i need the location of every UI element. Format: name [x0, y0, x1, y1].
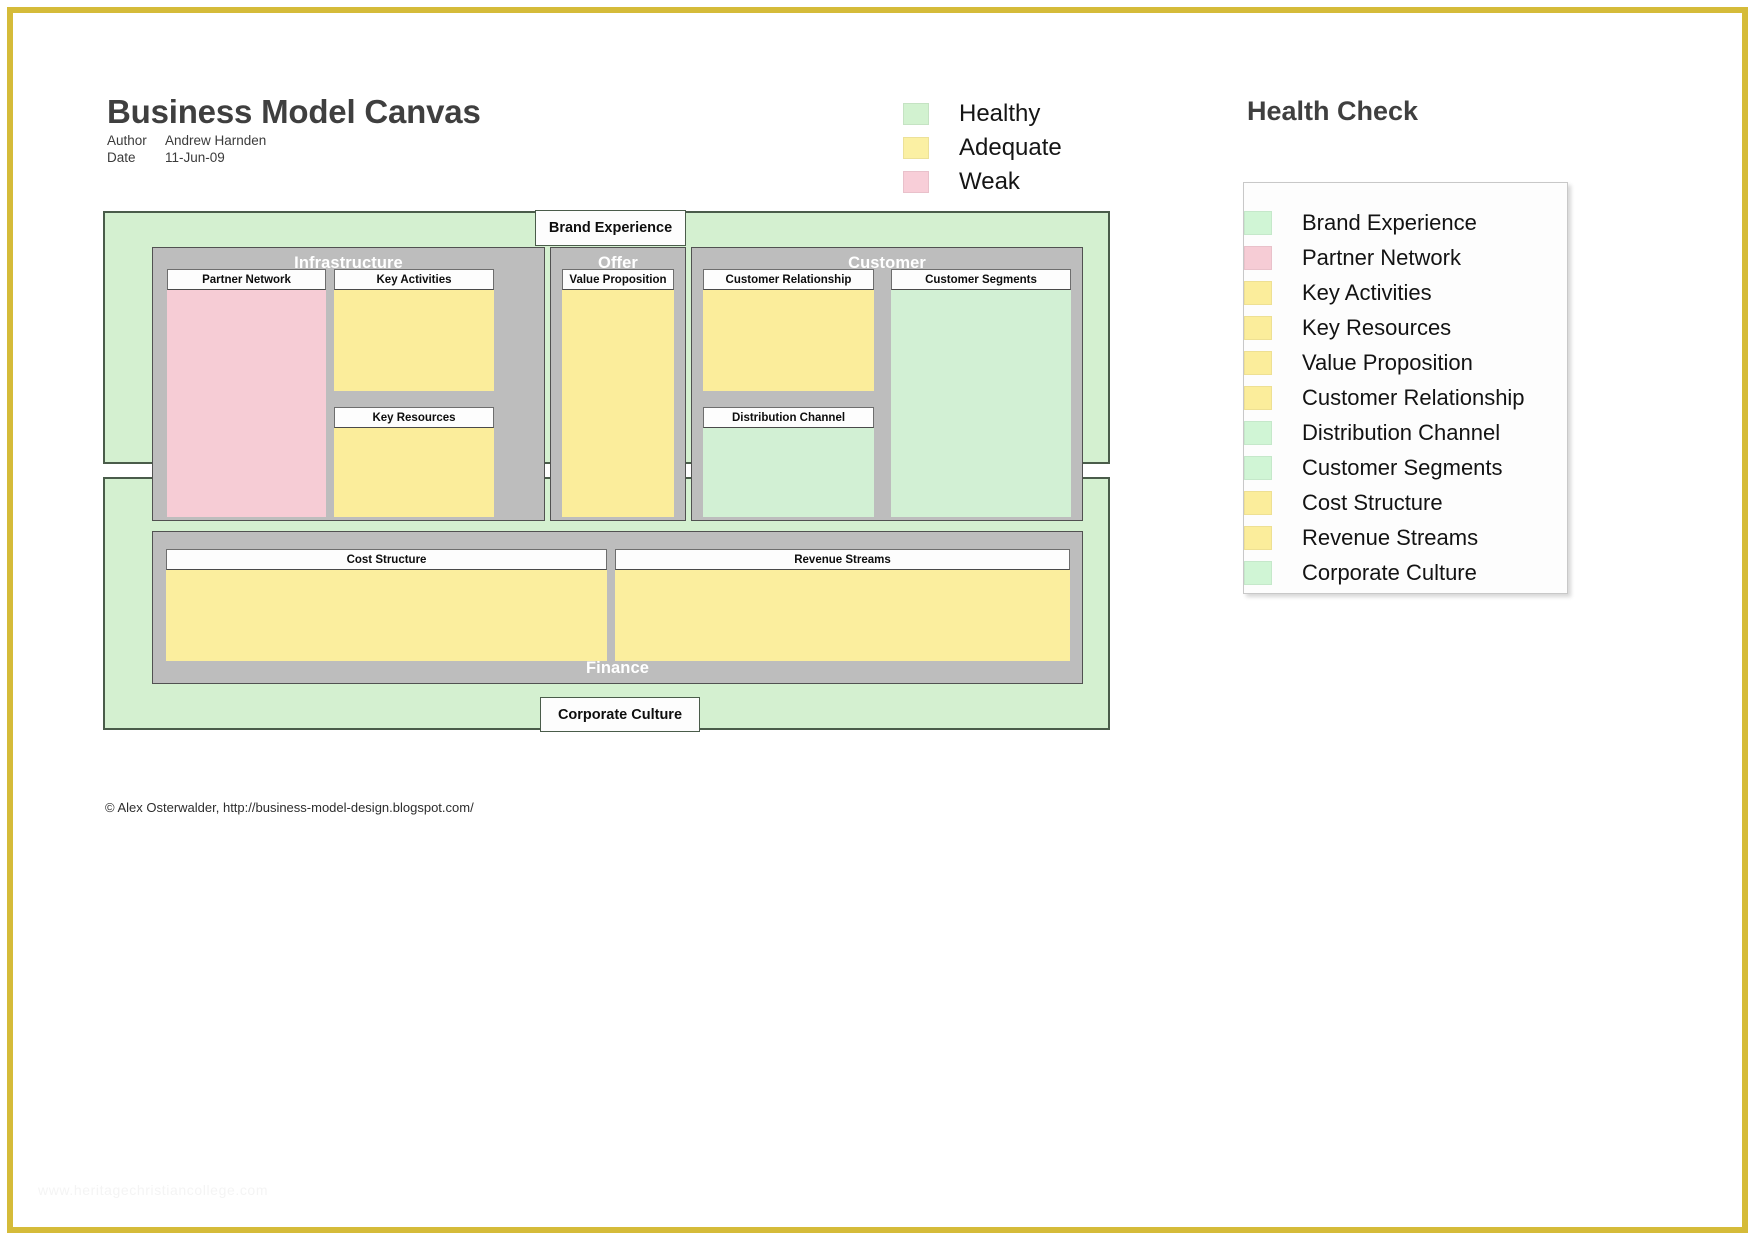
- legend-item-adequate: Adequate: [903, 131, 1062, 165]
- block-body-value-proposition: [562, 290, 674, 517]
- block-body-customer-segments: [891, 290, 1071, 517]
- health-check-label: Distribution Channel: [1302, 419, 1501, 445]
- block-key-resources[interactable]: Key Resources: [334, 407, 494, 517]
- health-check-row[interactable]: Corporate Culture: [1238, 555, 1578, 590]
- health-check-label: Key Resources: [1302, 314, 1452, 340]
- legend-swatch-adequate: [903, 137, 929, 159]
- date-row: Date 11-Jun-09: [107, 150, 481, 165]
- block-distribution-channel[interactable]: Distribution Channel: [703, 407, 874, 517]
- health-check-list: Brand Experience Partner Network Key Activ…: [1238, 205, 1578, 590]
- health-check-label: Corporate Culture: [1302, 559, 1477, 585]
- page-root: Business Model Canvas Author Andrew Harn…: [0, 0, 1755, 1240]
- business-model-canvas: Brand Experience Corporate Culture Infra…: [103, 210, 1110, 764]
- block-customer-segments[interactable]: Customer Segments: [891, 269, 1071, 517]
- block-label-value-proposition: Value Proposition: [562, 269, 674, 290]
- health-check-label: Revenue Streams: [1302, 524, 1479, 550]
- health-check-row[interactable]: Customer Relationship: [1238, 380, 1578, 415]
- health-check-status-swatch: [1244, 245, 1272, 270]
- health-check-status-swatch: [1244, 280, 1272, 305]
- block-label-distribution-channel: Distribution Channel: [703, 407, 874, 428]
- health-check-status-swatch: [1244, 455, 1272, 480]
- health-check-row[interactable]: Value Proposition: [1238, 345, 1578, 380]
- block-label-cost-structure: Cost Structure: [166, 549, 607, 570]
- block-body-partner-network: [167, 290, 326, 517]
- block-value-proposition[interactable]: Value Proposition: [562, 269, 674, 517]
- health-check-label: Customer Relationship: [1302, 384, 1525, 410]
- health-check-status-swatch: [1244, 385, 1272, 410]
- health-check-label: Value Proposition: [1302, 349, 1473, 375]
- block-body-customer-relationship: [703, 290, 874, 391]
- block-customer-relationship[interactable]: Customer Relationship: [703, 269, 874, 391]
- section-heading-finance: Finance: [585, 659, 650, 677]
- block-body-revenue-streams: [615, 570, 1070, 661]
- health-check-row[interactable]: Revenue Streams: [1238, 520, 1578, 555]
- legend-label-weak: Weak: [959, 168, 1020, 195]
- block-label-customer-relationship: Customer Relationship: [703, 269, 874, 290]
- health-check-row[interactable]: Partner Network: [1238, 240, 1578, 275]
- legend-label-adequate: Adequate: [959, 134, 1062, 161]
- block-key-activities[interactable]: Key Activities: [334, 269, 494, 391]
- block-body-key-resources: [334, 428, 494, 517]
- block-label-key-resources: Key Resources: [334, 407, 494, 428]
- block-body-key-activities: [334, 290, 494, 391]
- health-check-row[interactable]: Key Activities: [1238, 275, 1578, 310]
- author-label: Author: [107, 133, 147, 148]
- health-check-row[interactable]: Key Resources: [1238, 310, 1578, 345]
- block-label-partner-network: Partner Network: [167, 269, 326, 290]
- block-label-key-activities: Key Activities: [334, 269, 494, 290]
- health-check-row[interactable]: Customer Segments: [1238, 450, 1578, 485]
- block-body-distribution-channel: [703, 428, 874, 517]
- health-check-status-swatch: [1244, 210, 1272, 235]
- author-value: Andrew Harnden: [165, 133, 267, 148]
- legend-swatch-healthy: [903, 103, 929, 125]
- legend-label-healthy: Healthy: [959, 100, 1041, 127]
- health-check-label: Customer Segments: [1302, 454, 1503, 480]
- block-revenue-streams[interactable]: Revenue Streams: [615, 549, 1070, 661]
- legend-swatch-weak: [903, 171, 929, 193]
- health-check-label: Partner Network: [1302, 244, 1461, 270]
- block-brand-experience[interactable]: Brand Experience: [535, 210, 686, 246]
- block-corporate-culture[interactable]: Corporate Culture: [540, 697, 700, 732]
- health-check-status-swatch: [1244, 525, 1272, 550]
- block-body-cost-structure: [166, 570, 607, 661]
- health-check-title: Health Check: [1247, 96, 1419, 126]
- block-cost-structure[interactable]: Cost Structure: [166, 549, 607, 661]
- health-check-status-swatch: [1244, 560, 1272, 585]
- health-check-row[interactable]: Distribution Channel: [1238, 415, 1578, 450]
- health-check-row[interactable]: Brand Experience: [1238, 205, 1578, 240]
- legend-item-healthy: Healthy: [903, 97, 1062, 131]
- health-check-label: Brand Experience: [1302, 209, 1477, 235]
- health-check-status-swatch: [1244, 315, 1272, 340]
- health-check-row[interactable]: Cost Structure: [1238, 485, 1578, 520]
- status-legend: Healthy Adequate Weak: [903, 97, 1062, 199]
- health-check-status-swatch: [1244, 490, 1272, 515]
- health-check-label: Cost Structure: [1302, 489, 1443, 515]
- health-check-status-swatch: [1244, 350, 1272, 375]
- copyright-notice: © Alex Osterwalder, http://business-mode…: [105, 800, 474, 815]
- date-label: Date: [107, 150, 136, 165]
- date-value: 11-Jun-09: [165, 150, 225, 165]
- page-title: Business Model Canvas: [107, 93, 481, 130]
- author-row: Author Andrew Harnden: [107, 133, 481, 148]
- block-partner-network[interactable]: Partner Network: [167, 269, 326, 517]
- health-check-status-swatch: [1244, 420, 1272, 445]
- watermark: www.heritagechristiancollege.com: [38, 1182, 269, 1198]
- block-label-customer-segments: Customer Segments: [891, 269, 1071, 290]
- title-block: Business Model Canvas Author Andrew Harn…: [107, 93, 481, 165]
- health-check-label: Key Activities: [1302, 279, 1432, 305]
- block-label-revenue-streams: Revenue Streams: [615, 549, 1070, 570]
- legend-item-weak: Weak: [903, 165, 1062, 199]
